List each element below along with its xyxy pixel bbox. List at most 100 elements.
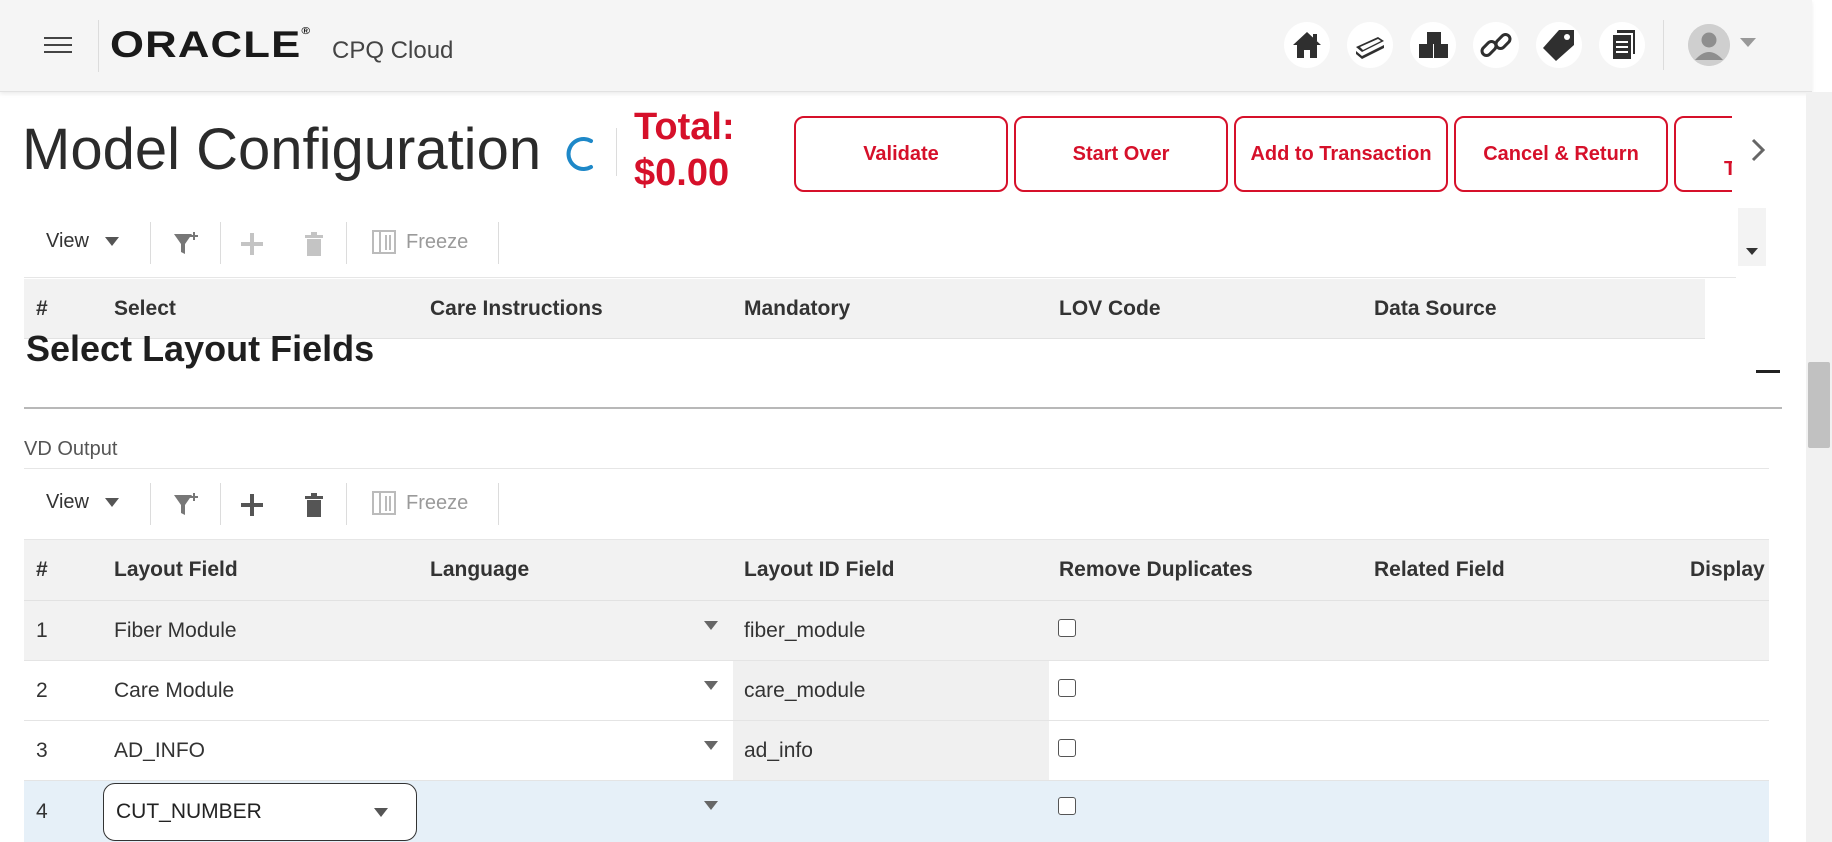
view-menu[interactable]: View xyxy=(46,491,119,514)
vd-output-label: VD Output xyxy=(24,438,118,460)
top-header: ORACLE® CPQ Cloud xyxy=(0,0,1812,92)
column-header-data-source[interactable]: Data Source xyxy=(1374,279,1497,338)
toolbar-divider xyxy=(346,483,347,525)
page-scrollbar[interactable] xyxy=(1806,92,1832,842)
toolbar-divider xyxy=(220,483,221,525)
view-label: View xyxy=(46,491,89,513)
row-number: 1 xyxy=(36,618,48,642)
action-bar: Validate Start Over Add to Transaction C… xyxy=(794,116,1732,193)
toolbar-divider xyxy=(498,483,499,525)
layout-id-field-cell[interactable]: care_module xyxy=(733,661,1049,720)
add-to-transaction-button[interactable]: Add to Transaction xyxy=(1234,116,1448,192)
toolbar-divider xyxy=(346,222,347,264)
menu-icon[interactable] xyxy=(44,35,72,55)
column-header-language[interactable]: Language xyxy=(430,540,529,600)
section-divider xyxy=(24,407,1782,409)
layout-id-field-cell[interactable]: ad_info xyxy=(733,721,1049,780)
chevron-down-icon[interactable] xyxy=(374,808,388,817)
column-header-related-field[interactable]: Related Field xyxy=(1374,540,1505,600)
add-icon[interactable] xyxy=(238,491,266,519)
row-number: 2 xyxy=(36,678,48,702)
remove-duplicates-checkbox[interactable] xyxy=(1058,679,1076,697)
nav-divider xyxy=(1663,20,1664,70)
upper-table-scroll-button[interactable] xyxy=(1738,208,1766,266)
remove-duplicates-checkbox[interactable] xyxy=(1058,619,1076,637)
freeze-label: Freeze xyxy=(406,230,469,253)
view-menu[interactable]: View xyxy=(46,230,119,253)
column-header-lov-code[interactable]: LOV Code xyxy=(1059,279,1161,338)
delete-icon[interactable] xyxy=(300,230,328,258)
loading-spinner-icon xyxy=(566,137,593,171)
toolbar-divider xyxy=(220,222,221,264)
tag-icon[interactable] xyxy=(1536,22,1582,68)
table-row-selected[interactable]: 4 CUT_NUMBER xyxy=(24,781,1769,842)
oracle-logo[interactable]: ORACLE® xyxy=(110,24,311,66)
toolbar-divider xyxy=(150,222,151,264)
validate-button[interactable]: Validate xyxy=(794,116,1008,192)
row-number: 3 xyxy=(36,738,48,762)
table-row[interactable]: 3 AD_INFO ad_info xyxy=(24,721,1769,781)
layout-field-cell[interactable]: Care Module xyxy=(114,661,234,720)
column-header-number[interactable]: # xyxy=(36,540,48,600)
row-number: 4 xyxy=(36,799,48,823)
column-header-mandatory[interactable]: Mandatory xyxy=(744,279,850,338)
column-header-layout-id-field[interactable]: Layout ID Field xyxy=(744,540,895,600)
chevron-right-icon[interactable] xyxy=(1743,135,1773,165)
language-dropdown-icon[interactable] xyxy=(704,741,718,750)
freeze-button[interactable]: Freeze xyxy=(372,230,468,254)
delete-icon[interactable] xyxy=(300,491,328,519)
truncated-action-button[interactable]: T xyxy=(1674,116,1732,192)
user-menu-caret-icon[interactable] xyxy=(1740,38,1756,47)
remove-duplicates-checkbox[interactable] xyxy=(1058,739,1076,757)
page-title: Model Configuration xyxy=(22,117,542,182)
header-divider xyxy=(98,20,99,72)
link-icon[interactable] xyxy=(1473,22,1519,68)
remove-duplicates-checkbox[interactable] xyxy=(1058,797,1076,815)
nav-icons xyxy=(1284,22,1645,68)
chevron-down-icon xyxy=(105,498,119,507)
freeze-button[interactable]: Freeze xyxy=(372,491,468,515)
toolbar-divider xyxy=(498,222,499,264)
layout-field-value: CUT_NUMBER xyxy=(116,800,262,823)
total-value: $0.00 xyxy=(634,152,730,194)
freeze-icon xyxy=(372,230,396,254)
layout-id-field-cell[interactable]: fiber_module xyxy=(733,601,1049,660)
lower-table-toolbar: View Freeze xyxy=(24,469,1769,539)
table-row[interactable]: 2 Care Module care_module xyxy=(24,661,1769,721)
language-dropdown-icon[interactable] xyxy=(704,621,718,630)
collapse-icon[interactable] xyxy=(1756,370,1780,373)
filter-add-icon[interactable] xyxy=(172,491,200,519)
product-name: CPQ Cloud xyxy=(332,37,454,64)
section-title: Select Layout Fields xyxy=(26,328,375,369)
total-price: Total: $0.00 xyxy=(634,104,735,196)
column-header-layout-field[interactable]: Layout Field xyxy=(114,540,238,600)
money-icon[interactable] xyxy=(1347,22,1393,68)
page: ORACLE® CPQ Cloud Model Configuration To… xyxy=(0,0,1832,842)
freeze-label: Freeze xyxy=(406,491,469,514)
total-label: Total: xyxy=(634,106,735,148)
start-over-button[interactable]: Start Over xyxy=(1014,116,1228,192)
freeze-icon xyxy=(372,491,396,515)
cancel-and-return-button[interactable]: Cancel & Return xyxy=(1454,116,1668,192)
chevron-down-icon xyxy=(1746,248,1758,255)
filter-add-icon[interactable] xyxy=(172,230,200,258)
chevron-down-icon xyxy=(105,237,119,246)
view-label: View xyxy=(46,230,89,252)
layout-field-select[interactable]: CUT_NUMBER xyxy=(103,783,417,841)
toolbar-divider xyxy=(150,483,151,525)
column-header-remove-duplicates[interactable]: Remove Duplicates xyxy=(1059,540,1253,600)
layout-field-cell[interactable]: AD_INFO xyxy=(114,721,205,780)
user-avatar-icon[interactable] xyxy=(1688,24,1730,66)
layout-field-cell[interactable]: Fiber Module xyxy=(114,601,237,660)
column-header-care-instructions[interactable]: Care Instructions xyxy=(430,279,603,338)
scrollbar-thumb[interactable] xyxy=(1808,362,1830,448)
documents-icon[interactable] xyxy=(1599,22,1645,68)
add-icon[interactable] xyxy=(238,230,266,258)
language-dropdown-icon[interactable] xyxy=(704,801,718,810)
column-header-display[interactable]: Display xyxy=(1690,540,1765,600)
home-icon[interactable] xyxy=(1284,22,1330,68)
table-row[interactable]: 1 Fiber Module fiber_module xyxy=(24,601,1769,661)
language-dropdown-icon[interactable] xyxy=(704,681,718,690)
products-icon[interactable] xyxy=(1410,22,1456,68)
upper-table-toolbar: View Freeze xyxy=(24,208,1736,278)
